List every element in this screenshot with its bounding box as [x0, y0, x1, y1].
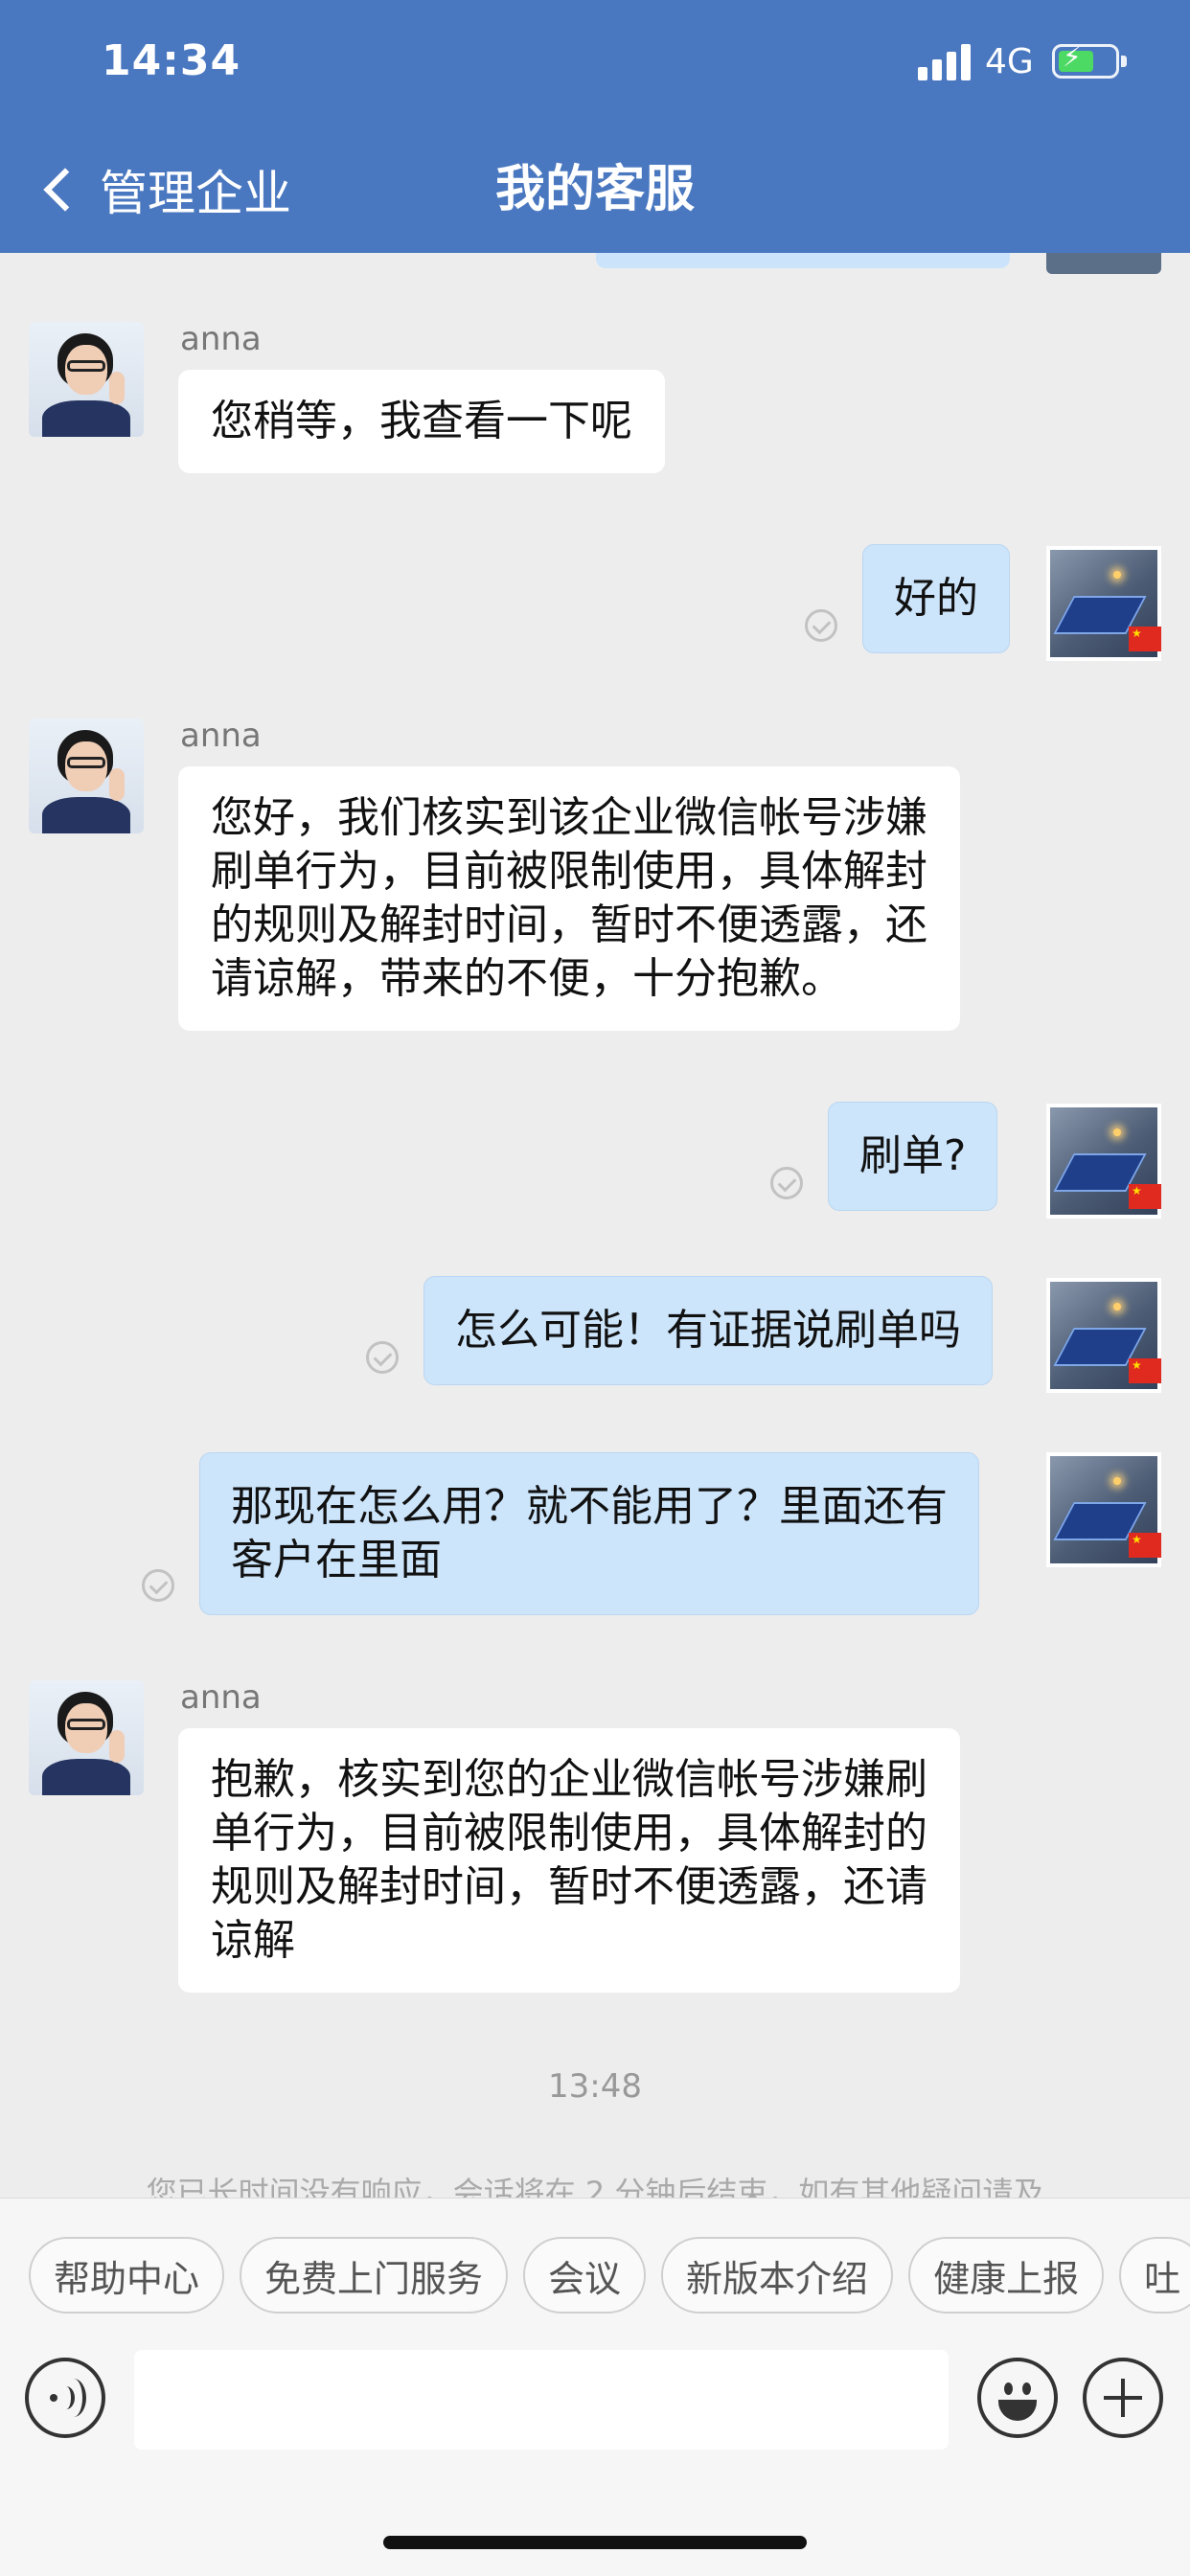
quick-reply-more[interactable]: 吐 — [1119, 2237, 1190, 2314]
sender-name: anna — [180, 1678, 262, 1717]
message-text-line: 谅解 — [211, 1916, 295, 1965]
my-avatar[interactable] — [1046, 1452, 1161, 1567]
message-bubble-received[interactable]: 抱歉，核实到您的企业微信帐号涉嫌刷 单行为，目前被限制使用，具体解封的 规则及解… — [178, 1728, 960, 1993]
chat-area[interactable]: anna 您稍等，我查看一下呢 好的 anna 您好，我们核实到该企业微信帐号涉… — [0, 253, 1190, 2198]
message-bubble-sent[interactable]: 那现在怎么用？就不能用了？里面还有 客户在里面 — [199, 1452, 979, 1615]
message-text-line: 那现在怎么用？就不能用了？里面还有 — [231, 1482, 948, 1531]
signal-icon — [918, 44, 973, 80]
china-flag-icon — [1129, 627, 1161, 651]
voice-input-icon[interactable] — [25, 2358, 105, 2438]
network-type: 4G — [985, 42, 1034, 81]
status-time: 14:34 — [102, 36, 241, 85]
quick-reply-bar: 帮助中心 免费上门服务 会议 新版本介绍 健康上报 吐 — [29, 2237, 1190, 2314]
message-text: 怎么可能！有证据说刷单吗 — [455, 1306, 961, 1355]
message-input[interactable] — [134, 2350, 949, 2450]
message-text-line: 抱歉，核实到您的企业微信帐号涉嫌刷 — [211, 1755, 927, 1804]
quick-reply-new-version[interactable]: 新版本介绍 — [661, 2237, 894, 2314]
sender-name: anna — [180, 717, 262, 755]
message-text-line: 客户在里面 — [231, 1536, 442, 1584]
my-avatar[interactable] — [1046, 1278, 1161, 1393]
anna-avatar[interactable] — [29, 718, 144, 833]
message-text: 您稍等，我查看一下呢 — [211, 397, 632, 445]
message-text-line: 刷单行为，目前被限制使用，具体解封 — [211, 847, 927, 896]
plus-icon[interactable] — [1083, 2358, 1163, 2438]
message-bubble-received[interactable]: 您好，我们核实到该企业微信帐号涉嫌 刷单行为，目前被限制使用，具体解封 的规则及… — [178, 766, 960, 1031]
message-bubble-sent[interactable]: 怎么可能！有证据说刷单吗 — [423, 1276, 993, 1385]
message-text-line: 您好，我们核实到该企业微信帐号涉嫌 — [211, 793, 927, 842]
message-bubble-sent[interactable]: 刷单? — [828, 1102, 998, 1211]
message-timestamp: 13:48 — [548, 2067, 642, 2106]
quick-reply-onsite-service[interactable]: 免费上门服务 — [240, 2237, 509, 2314]
my-avatar[interactable] — [1046, 546, 1161, 661]
sender-name: anna — [180, 320, 262, 358]
message-text-line: 规则及解封时间，暂时不便透露，还请 — [211, 1862, 927, 1911]
anna-avatar[interactable] — [29, 322, 144, 437]
cut-off-avatar — [1046, 253, 1161, 274]
quick-reply-meeting[interactable]: 会议 — [523, 2237, 647, 2314]
message-text-line: 请谅解，带来的不便，十分抱歉。 — [211, 954, 843, 1003]
message-text-line: 的规则及解封时间，暂时不便透露，还 — [211, 900, 927, 949]
page-title: 我的客服 — [494, 161, 695, 218]
message-text-line: 单行为，目前被限制使用，具体解封的 — [211, 1809, 927, 1858]
home-indicator — [383, 2536, 807, 2549]
quick-reply-health-report[interactable]: 健康上报 — [908, 2237, 1105, 2314]
read-check-icon — [770, 1167, 803, 1199]
header: 14:34 4G ⚡ 管理企业 我的客服 — [0, 0, 1190, 253]
china-flag-icon — [1129, 1358, 1161, 1383]
input-area: 帮助中心 免费上门服务 会议 新版本介绍 健康上报 吐 — [0, 2198, 1190, 2576]
emoji-icon[interactable] — [977, 2358, 1058, 2438]
message-text: 刷单? — [859, 1131, 967, 1180]
china-flag-icon — [1129, 1184, 1161, 1209]
message-text: 好的 — [894, 574, 978, 623]
system-notice: 您已长时间没有响应，会话将在 2 分钟后结束，如有其他疑问请及 — [146, 2175, 1044, 2198]
battery-icon: ⚡ — [1052, 41, 1127, 79]
anna-avatar[interactable] — [29, 1680, 144, 1795]
read-check-icon — [805, 609, 837, 642]
read-check-icon — [366, 1341, 399, 1374]
message-bubble-sent[interactable]: 好的 — [862, 544, 1010, 653]
my-avatar[interactable] — [1046, 1104, 1161, 1219]
cut-off-bubble — [596, 253, 1010, 268]
read-check-icon — [142, 1569, 174, 1602]
quick-reply-help-center[interactable]: 帮助中心 — [29, 2237, 225, 2314]
message-bubble-received[interactable]: 您稍等，我查看一下呢 — [178, 370, 665, 473]
china-flag-icon — [1129, 1533, 1161, 1558]
